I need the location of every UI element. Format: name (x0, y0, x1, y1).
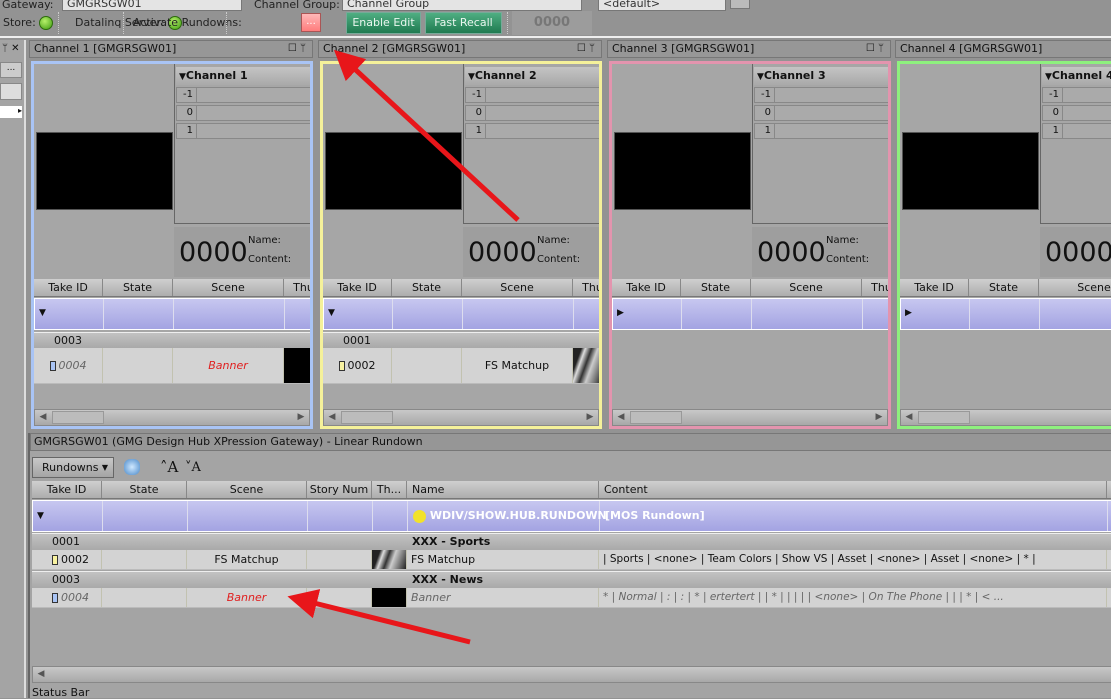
annotation-arrow-1 (333, 49, 520, 222)
annotation-overlay (287, 49, 520, 645)
annotation-arrow-2 (287, 589, 471, 645)
